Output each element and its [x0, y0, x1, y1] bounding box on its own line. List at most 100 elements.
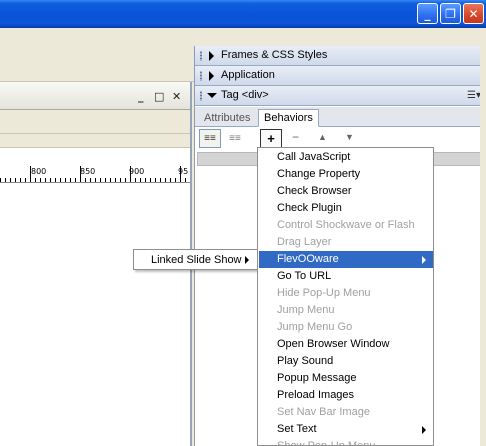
ruler-tick: [135, 178, 136, 182]
ruler-label: 800: [31, 167, 47, 176]
ruler-tick: [60, 178, 61, 182]
menu-item-label: Check Browser: [277, 185, 352, 197]
panel-application[interactable]: Application: [195, 66, 486, 86]
panel-frames-css[interactable]: Frames & CSS Styles: [195, 46, 486, 66]
menu-item[interactable]: Open Browser Window: [259, 336, 433, 353]
submenu-item-label: Linked Slide Show: [151, 254, 242, 266]
expand-arrow-icon: [209, 71, 214, 81]
menu-item-label: Preload Images: [277, 389, 355, 401]
menu-item[interactable]: FlevOOware: [259, 251, 433, 268]
ruler-tick: [95, 178, 96, 182]
ruler-tick: [85, 178, 86, 182]
menu-item: Drag Layer: [259, 234, 433, 251]
document-title-bar: _ □ ✕: [0, 82, 190, 110]
panel-tag[interactable]: Tag <div> ☰▾: [195, 86, 486, 106]
menu-item-label: Check Plugin: [277, 202, 342, 214]
menu-item-label: Call JavaScript: [277, 151, 351, 163]
ruler-tick: [40, 178, 41, 182]
menu-item[interactable]: Change Property: [259, 166, 433, 183]
menu-item-label: Change Property: [277, 168, 361, 180]
menu-item[interactable]: Set Text: [259, 421, 433, 438]
menu-item: Jump Menu Go: [259, 319, 433, 336]
ruler-tick: [180, 166, 181, 182]
tab-attributes[interactable]: Attributes: [199, 110, 255, 128]
ruler-label: 900: [129, 167, 145, 176]
remove-behavior-button[interactable]: −: [292, 130, 299, 144]
ruler-tick: [0, 178, 1, 182]
menu-item-label: Hide Pop-Up Menu: [277, 287, 371, 299]
options-menu-icon[interactable]: ☰▾: [467, 90, 481, 101]
ruler-tick: [110, 178, 111, 182]
ruler-tick: [5, 178, 6, 182]
menu-item[interactable]: Preload Images: [259, 387, 433, 404]
menu-item: Show Pop-Up Menu: [259, 438, 433, 446]
doc-minimize-icon[interactable]: _: [138, 90, 144, 103]
doc-restore-icon[interactable]: □: [154, 90, 164, 103]
grip-icon: [199, 71, 203, 81]
ruler-tick: [140, 178, 141, 182]
grip-icon: [199, 51, 203, 61]
minimize-icon: _: [424, 6, 431, 21]
ruler-tick: [80, 166, 81, 182]
submenu-arrow-icon: [245, 256, 249, 264]
menu-item-label: Set Nav Bar Image: [277, 406, 370, 418]
menu-item-label: Go To URL: [277, 270, 332, 282]
close-button[interactable]: ✕: [463, 3, 484, 24]
ruler-tick: [20, 178, 21, 182]
ruler-tick: [160, 178, 161, 182]
add-behavior-menu: Call JavaScript Change Property Check Brow…: [257, 147, 434, 446]
app-title-bar: _ ❐ ✕: [0, 0, 486, 28]
minimize-button[interactable]: _: [417, 3, 438, 24]
restore-icon: ❐: [445, 6, 456, 21]
menu-item: Hide Pop-Up Menu: [259, 285, 433, 302]
collapse-arrow-icon: [207, 93, 217, 98]
ruler-tick: [125, 178, 126, 182]
move-up-button[interactable]: ▲: [318, 132, 327, 142]
ruler-tick: [150, 178, 151, 182]
menu-item[interactable]: Check Browser: [259, 183, 433, 200]
submenu-arrow-icon: [422, 256, 426, 264]
ruler-tick: [90, 178, 91, 182]
ruler-tick: [75, 178, 76, 182]
document-toolbar: [0, 110, 190, 134]
tab-behaviors[interactable]: Behaviors: [258, 109, 319, 127]
panel-title: Frames & CSS Styles: [221, 49, 328, 61]
horizontal-ruler: 800 850 900 95: [0, 166, 190, 183]
document-toolbar-secondary: [0, 134, 190, 148]
restore-button[interactable]: ❐: [440, 3, 461, 24]
menu-item-label: Jump Menu: [277, 304, 335, 316]
ruler-tick: [100, 178, 101, 182]
linked-slide-show-submenu[interactable]: Linked Slide Show: [133, 249, 261, 270]
menu-item[interactable]: Play Sound: [259, 353, 433, 370]
menu-item-label: Jump Menu Go: [277, 321, 353, 333]
expand-arrow-icon: [209, 51, 214, 61]
ruler-tick: [130, 166, 131, 182]
ruler-label: 850: [80, 167, 96, 176]
ruler-tick: [165, 178, 166, 182]
menu-item[interactable]: Check Plugin: [259, 200, 433, 217]
menu-item[interactable]: Go To URL: [259, 268, 433, 285]
add-behavior-button[interactable]: +: [260, 129, 282, 148]
menu-item-label: Popup Message: [277, 372, 357, 384]
show-all-events-icon[interactable]: ≡≡: [224, 129, 246, 148]
doc-close-icon[interactable]: ✕: [172, 90, 181, 103]
menu-item[interactable]: Popup Message: [259, 370, 433, 387]
show-set-events-icon[interactable]: ≡≡: [199, 129, 221, 148]
ruler-tick: [185, 178, 186, 182]
panel-title: Application: [221, 69, 275, 81]
ruler-tick: [155, 178, 156, 182]
menu-item-label: Drag Layer: [277, 236, 332, 248]
ruler-tick: [65, 178, 66, 182]
ruler-tick: [105, 178, 106, 182]
menu-item[interactable]: Call JavaScript: [259, 149, 433, 166]
menu-bar: [0, 28, 486, 46]
menu-item: Control Shockwave or Flash: [259, 217, 433, 234]
ruler-tick: [120, 178, 121, 182]
move-down-button[interactable]: ▼: [345, 132, 354, 142]
menu-item-label: Show Pop-Up Menu: [277, 440, 376, 446]
ruler-tick: [70, 178, 71, 182]
ruler-tick: [175, 178, 176, 182]
menu-item-label: Set Text: [277, 423, 317, 435]
ruler-tick: [50, 178, 51, 182]
ruler-tick: [55, 178, 56, 182]
